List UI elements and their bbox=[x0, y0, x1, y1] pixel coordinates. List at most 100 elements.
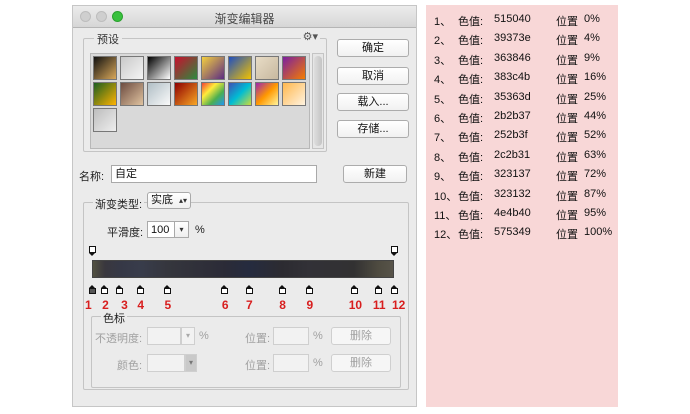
row-index: 4、 bbox=[434, 74, 452, 87]
presets-label: 预设 bbox=[94, 31, 122, 47]
color-prefix: 色值: bbox=[458, 171, 484, 184]
position-prefix: 位置 bbox=[556, 210, 578, 222]
position-value: 87% bbox=[584, 187, 607, 200]
name-label: 名称: bbox=[79, 171, 105, 183]
presets-group: 预设 ⚙▾ bbox=[83, 30, 327, 152]
preset-swatch[interactable] bbox=[93, 56, 117, 80]
color-stop[interactable] bbox=[221, 285, 229, 294]
preset-swatch[interactable] bbox=[255, 56, 279, 80]
name-field[interactable]: 自定 bbox=[111, 165, 317, 183]
gear-icon[interactable]: ⚙▾ bbox=[300, 30, 320, 43]
stop-number-label: 7 bbox=[246, 298, 253, 312]
preset-swatch[interactable] bbox=[228, 56, 252, 80]
color-hex: 323137 bbox=[494, 168, 531, 181]
color-hex: 575349 bbox=[494, 226, 531, 239]
position-value: 52% bbox=[584, 129, 607, 142]
preset-swatch[interactable] bbox=[201, 82, 225, 106]
save-button[interactable]: 存储... bbox=[337, 120, 409, 138]
color-hex: 363846 bbox=[494, 51, 531, 64]
position-value: 0% bbox=[584, 13, 600, 25]
opacity-label: 不透明度: bbox=[95, 333, 143, 345]
delete-color-stop-button[interactable]: 删除 bbox=[331, 354, 391, 372]
color-prefix: 色值: bbox=[458, 210, 484, 222]
color-prefix: 色值: bbox=[458, 74, 484, 87]
color-stop[interactable] bbox=[305, 285, 313, 294]
row-index: 1、 bbox=[434, 16, 452, 28]
color-label: 颜色: bbox=[117, 360, 143, 372]
preset-swatch[interactable] bbox=[93, 108, 117, 132]
preset-swatch[interactable] bbox=[147, 56, 171, 80]
color-prefix: 色值: bbox=[458, 16, 484, 28]
presets-scrollbar[interactable] bbox=[312, 53, 324, 149]
preset-swatch[interactable] bbox=[255, 82, 279, 106]
preset-swatch[interactable] bbox=[201, 56, 225, 80]
opacity-stepper[interactable]: ▾ bbox=[181, 327, 195, 345]
color-stop[interactable] bbox=[136, 285, 144, 294]
row-index: 5、 bbox=[434, 93, 452, 106]
color-stop[interactable] bbox=[115, 285, 123, 294]
load-button[interactable]: 载入... bbox=[337, 93, 409, 111]
stop-number-label: 9 bbox=[306, 298, 314, 312]
color-value-row: 3、 色值: 363846 位置 9% bbox=[434, 51, 614, 67]
color-stop[interactable] bbox=[100, 285, 108, 294]
preset-swatch[interactable] bbox=[174, 82, 198, 106]
preset-swatch[interactable] bbox=[120, 82, 144, 106]
stop-number-label: 12 bbox=[392, 298, 406, 312]
preset-swatch[interactable] bbox=[93, 82, 117, 106]
color-hex: 39373e bbox=[494, 32, 531, 45]
cancel-button[interactable]: 取消 bbox=[337, 67, 409, 85]
preset-swatch[interactable] bbox=[147, 82, 171, 106]
gradient-preview-bar[interactable] bbox=[92, 260, 394, 278]
position-value: 95% bbox=[584, 207, 607, 219]
position-prefix: 位置 bbox=[556, 229, 578, 242]
chevron-down-icon[interactable]: ▾ bbox=[185, 354, 197, 372]
color-stop[interactable] bbox=[245, 285, 253, 294]
color-hex: 515040 bbox=[494, 13, 531, 25]
color-hex: 252b3f bbox=[494, 129, 528, 142]
preset-swatch[interactable] bbox=[228, 82, 252, 106]
color-stop[interactable] bbox=[278, 285, 286, 294]
opacity-location-field[interactable] bbox=[273, 327, 309, 345]
new-button[interactable]: 新建 bbox=[343, 165, 407, 183]
opacity-stop-right[interactable] bbox=[391, 246, 398, 256]
opacity-field[interactable] bbox=[147, 327, 181, 345]
gradient-type-label: 渐变类型: bbox=[93, 196, 145, 212]
window-title: 渐变编辑器 bbox=[214, 12, 275, 26]
preset-swatch[interactable] bbox=[282, 82, 306, 106]
position-value: 4% bbox=[584, 32, 600, 45]
opacity-stop-left[interactable] bbox=[89, 246, 96, 256]
color-hex: 383c4b bbox=[494, 71, 531, 84]
color-location-unit: % bbox=[313, 357, 323, 369]
gradient-type-select[interactable]: 实底 ▴▾ bbox=[147, 192, 191, 209]
presets-scroll-thumb[interactable] bbox=[314, 56, 322, 146]
row-index: 2、 bbox=[434, 35, 452, 48]
stop-number-label: 4 bbox=[137, 298, 144, 312]
row-index: 12、 bbox=[434, 229, 458, 242]
smoothness-stepper[interactable]: ▾ bbox=[175, 221, 189, 238]
color-hex: 4e4b40 bbox=[494, 207, 531, 219]
color-prefix: 色值: bbox=[458, 93, 484, 106]
color-hex: 2b2b37 bbox=[494, 110, 531, 122]
color-value-row: 2、 色值: 39373e 位置 4% bbox=[434, 32, 614, 48]
color-stop[interactable] bbox=[351, 285, 359, 294]
color-prefix: 色值: bbox=[458, 229, 484, 242]
color-swatch-field[interactable] bbox=[147, 354, 185, 372]
color-stop[interactable] bbox=[88, 285, 96, 294]
smoothness-field[interactable]: 100 bbox=[147, 221, 175, 238]
color-value-row: 7、 色值: 252b3f 位置 52% bbox=[434, 129, 614, 144]
color-hex: 323132 bbox=[494, 187, 531, 200]
preset-swatch[interactable] bbox=[282, 56, 306, 80]
preset-swatch[interactable] bbox=[120, 56, 144, 80]
preset-swatch[interactable] bbox=[174, 56, 198, 80]
row-index: 9、 bbox=[434, 171, 452, 184]
color-stop[interactable] bbox=[390, 285, 398, 294]
title-bar: 渐变编辑器 bbox=[73, 6, 416, 28]
stop-number-label: 8 bbox=[279, 298, 286, 312]
color-stop[interactable] bbox=[375, 285, 383, 294]
ok-button[interactable]: 确定 bbox=[337, 39, 409, 57]
color-stop[interactable] bbox=[164, 285, 171, 294]
color-location-label: 位置: bbox=[245, 360, 271, 372]
color-location-field[interactable] bbox=[273, 354, 309, 372]
delete-opacity-stop-button[interactable]: 删除 bbox=[331, 327, 391, 345]
smoothness-unit: % bbox=[195, 224, 205, 236]
